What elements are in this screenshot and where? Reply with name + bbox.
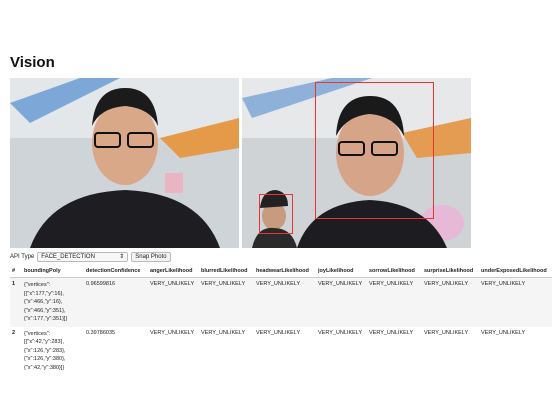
table-row: 2 {"vertices": [{"x":42,"y":283}, {"x":1… — [10, 326, 552, 375]
poly-line: {"vertices": — [24, 282, 51, 288]
surprise-cell: VERY_UNLIKELY — [422, 326, 479, 375]
poly-line: {"x":466,"y":351}, — [24, 307, 66, 314]
headwear-cell: VERY_UNLIKELY — [254, 277, 316, 327]
table-row: 1 {"vertices": [{"x":177,"y":16}, {"x":4… — [10, 277, 552, 327]
header-underexposed-likelihood: underExposedLikelihood — [479, 264, 552, 278]
confidence-cell: 0.39786035 — [84, 326, 148, 375]
poly-line: {"vertices": — [24, 330, 51, 337]
row-index: 2 — [10, 326, 22, 375]
face-box — [315, 82, 434, 219]
poly-line: {"x":177,"y":351}]} — [24, 316, 68, 322]
header-sorrow-likelihood: sorrowLikelihood — [367, 264, 422, 278]
header-anger-likelihood: angerLikelihood — [148, 264, 199, 278]
underexposed-cell: VERY_UNLIKELY — [479, 326, 552, 375]
api-type-label: API Type — [10, 253, 35, 260]
underexposed-cell: VERY_UNLIKELY — [479, 277, 552, 327]
bounding-poly-cell: {"vertices": [{"x":42,"y":283}, {"x":126… — [22, 326, 84, 375]
poly-line: {"x":42,"y":380}]} — [24, 364, 65, 371]
headwear-cell: VERY_UNLIKELY — [254, 326, 316, 375]
snapshot-image — [242, 78, 471, 248]
sorrow-cell: VERY_UNLIKELY — [367, 277, 422, 327]
poly-line: {"x":126,"y":380}, — [24, 356, 66, 362]
table-header-row: # boundingPoly detectionConfidence anger… — [10, 264, 552, 278]
controls-bar: API Type FACE_DETECTION ⇕ Snap Photo — [10, 251, 171, 262]
results-table: # boundingPoly detectionConfidence anger… — [10, 264, 552, 375]
face-box — [259, 194, 293, 234]
anger-cell: VERY_UNLIKELY — [148, 277, 199, 327]
header-blurred-likelihood: blurredLikelihood — [199, 264, 254, 278]
poly-line: {"x":466,"y":16}, — [24, 299, 63, 305]
header-detection-confidence: detectionConfidence — [84, 264, 148, 278]
header-headwear-likelihood: headwearLikelihood — [254, 264, 316, 278]
blurred-cell: VERY_UNLIKELY — [199, 277, 254, 327]
api-type-select[interactable]: FACE_DETECTION ⇕ — [37, 251, 129, 262]
api-type-value: FACE_DETECTION — [41, 253, 95, 260]
page-title: Vision — [10, 54, 55, 71]
surprise-cell: VERY_UNLIKELY — [422, 277, 479, 327]
header-bounding-poly: boundingPoly — [22, 264, 84, 278]
select-arrows-icon: ⇕ — [119, 254, 125, 260]
header-surprise-likelihood: surpriseLikelihood — [422, 264, 479, 278]
header-joy-likelihood: joyLikelihood — [316, 264, 367, 278]
joy-cell: VERY_UNLIKELY — [316, 277, 367, 327]
confidence-cell: 0.96599816 — [84, 277, 148, 327]
poly-line: [{"x":42,"y":283}, — [24, 339, 64, 345]
camera-video — [10, 78, 239, 248]
header-index: # — [10, 264, 22, 278]
anger-cell: VERY_UNLIKELY — [148, 326, 199, 375]
snap-photo-button[interactable]: Snap Photo — [131, 251, 171, 262]
poly-line: {"x":126,"y":283}, — [24, 347, 66, 354]
poly-line: [{"x":177,"y":16}, — [24, 290, 64, 297]
blurred-cell: VERY_UNLIKELY — [199, 326, 254, 375]
sorrow-cell: VERY_UNLIKELY — [367, 326, 422, 375]
row-index: 1 — [10, 277, 22, 327]
joy-cell: VERY_UNLIKELY — [316, 326, 367, 375]
bounding-poly-cell: {"vertices": [{"x":177,"y":16}, {"x":466… — [22, 277, 84, 327]
